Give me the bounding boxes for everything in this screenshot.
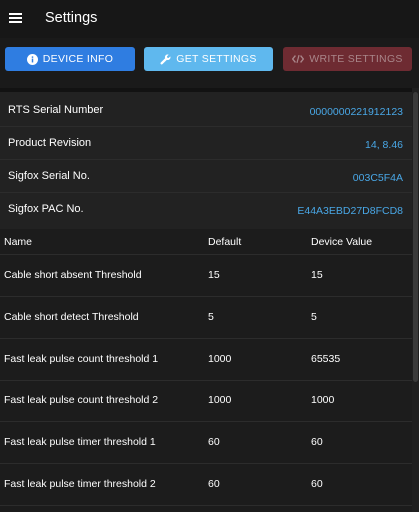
wrench-icon [160,54,171,65]
device-label: Sigfox Serial No. [8,170,90,182]
device-row-sigfox-pac: Sigfox PAC No. E44A3EBD27D8FCD8 [0,193,412,226]
cell-name: Fast leak pulse timer threshold 1 [4,436,156,448]
device-label: Product Revision [8,137,92,149]
cell-default: 60 [208,436,220,448]
device-value: 003C5F4A [352,172,403,184]
column-header-default: Default [208,236,242,248]
table-row[interactable]: Cable short absent Threshold 15 15 [0,255,412,297]
cell-name: Fast leak pulse timer threshold 2 [4,478,156,490]
device-row-sigfox-serial: Sigfox Serial No. 003C5F4A [0,160,412,193]
table-row[interactable]: Cable short detect Threshold 5 5 [0,297,412,339]
cell-name: Fast leak pulse count threshold 1 [4,353,159,365]
cell-device-value: 15 [311,269,323,281]
cell-default: 5 [208,311,214,323]
write-settings-button[interactable]: Write Settings [283,47,412,71]
table-row[interactable]: Fast leak pulse count threshold 2 1000 1… [0,380,412,422]
cell-device-value: 1000 [311,394,335,406]
device-info-label: Device Info [42,53,114,65]
app-bar: Settings [0,0,419,38]
column-header-name: Name [4,236,33,248]
cell-device-value: 65535 [311,353,341,365]
cell-default: 15 [208,269,220,281]
device-info-button[interactable]: Device Info [5,47,135,71]
cell-name: Cable short detect Threshold [4,311,139,323]
cell-default: 60 [208,478,220,490]
device-label: Sigfox PAC No. [8,203,84,215]
device-value: 0000000221912123 [309,106,403,118]
table-row[interactable]: Fast leak pulse timer threshold 1 60 60 [0,422,412,464]
scrollbar-thumb[interactable] [413,92,418,382]
cell-device-value: 60 [311,478,323,490]
table-row[interactable]: Fast leak pulse count threshold 1 1000 6… [0,339,412,381]
settings-table: Name Default Device Value Cable short ab… [0,229,412,512]
cell-device-value: 60 [311,436,323,448]
device-label: RTS Serial Number [8,104,104,116]
code-icon [292,54,305,64]
cell-name: Fast leak pulse count threshold 2 [4,394,159,406]
write-settings-label: Write Settings [309,53,403,65]
device-row-revision: Product Revision 14, 8.46 [0,127,412,160]
device-value: 14, 8.46 [365,139,403,151]
column-header-device-value: Device Value [311,236,373,248]
cell-default: 1000 [208,353,232,365]
table-header: Name Default Device Value [0,229,412,255]
device-value: E44A3EBD27D8FCD8 [297,205,403,217]
device-info-panel: RTS Serial Number 0000000221912123 Produ… [0,92,412,229]
cell-device-value: 5 [311,311,317,323]
table-row[interactable]: Fast leak pulse timer threshold 2 60 60 [0,464,412,506]
scrollbar[interactable] [412,88,419,512]
toolbar: Device Info Get Settings Write Settings [0,38,419,88]
cell-default: 1000 [208,394,232,406]
menu-icon[interactable] [9,13,22,24]
get-settings-label: Get Settings [176,53,257,65]
cell-name: Cable short absent Threshold [4,269,142,281]
get-settings-button[interactable]: Get Settings [144,47,273,71]
device-row-serial: RTS Serial Number 0000000221912123 [0,94,412,127]
info-icon [26,53,38,65]
page-title: Settings [45,10,98,26]
